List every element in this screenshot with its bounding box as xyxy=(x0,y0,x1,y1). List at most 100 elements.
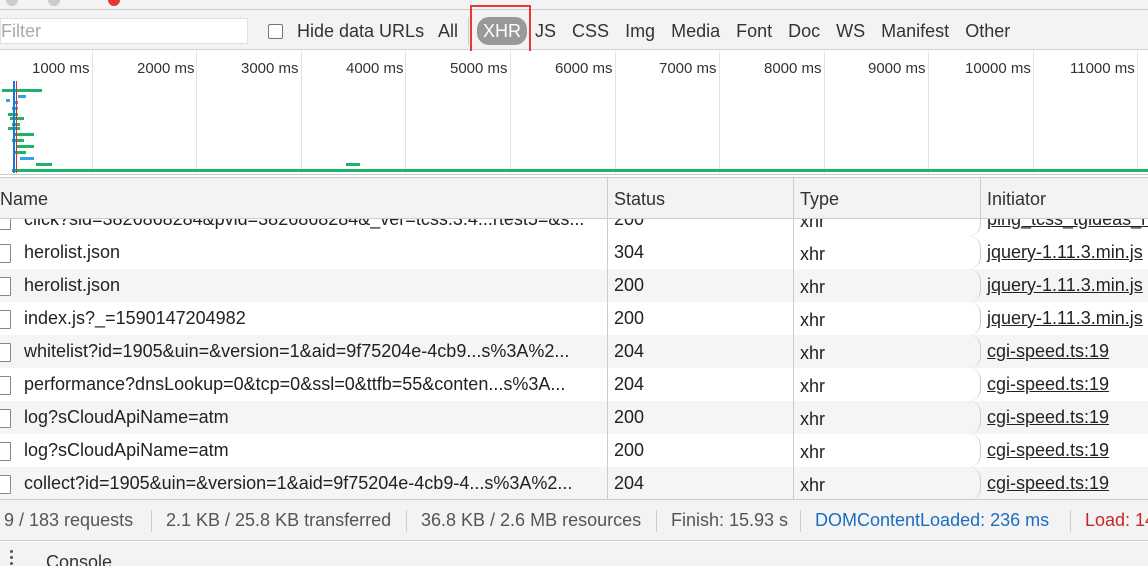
filter-font[interactable]: Font xyxy=(728,17,780,45)
request-initiator-link[interactable]: jquery-1.11.3.min.js xyxy=(981,269,1148,302)
hide-data-urls-checkbox[interactable] xyxy=(268,24,283,39)
tick-line xyxy=(510,51,511,173)
request-initiator-link[interactable]: cgi-speed.ts:19 xyxy=(981,368,1148,401)
window-top-strip xyxy=(0,0,1148,10)
request-initiator-link[interactable]: jquery-1.11.3.min.js xyxy=(981,236,1148,269)
request-initiator-link[interactable]: cgi-speed.ts:19 xyxy=(981,335,1148,368)
tick-line xyxy=(719,51,720,173)
tick-label: 7000 ms xyxy=(659,60,717,77)
request-status: 204 xyxy=(608,335,794,368)
request-name: index.js?_=1590147204982 xyxy=(24,308,246,328)
load-marker xyxy=(16,81,17,173)
filter-input[interactable] xyxy=(0,18,248,44)
requests-table-header: Name Status Type Initiator xyxy=(0,177,1148,219)
request-name: whitelist?id=1905&uin=&version=1&aid=9f7… xyxy=(24,341,570,361)
request-type: xhr xyxy=(794,467,981,499)
tick-line xyxy=(1137,51,1138,173)
request-status: 200 xyxy=(608,302,794,335)
file-icon xyxy=(0,277,11,296)
summary-divider xyxy=(406,510,407,532)
tick-line xyxy=(615,51,616,173)
table-row[interactable]: click?sid=3826868284&pvid=3826868284&_ve… xyxy=(0,219,1148,236)
request-type: xhr xyxy=(794,236,981,269)
filter-all[interactable]: All xyxy=(430,17,470,45)
tick-line xyxy=(301,51,302,173)
file-icon xyxy=(0,442,11,461)
request-type: xhr xyxy=(794,269,981,302)
more-menu-icon[interactable] xyxy=(10,550,14,566)
filter-media[interactable]: Media xyxy=(663,17,728,45)
request-name: herolist.json xyxy=(24,242,121,262)
request-type: xhr xyxy=(794,368,981,401)
tab-console[interactable]: Console xyxy=(46,552,112,566)
column-header-status[interactable]: Status xyxy=(608,178,794,219)
file-icon xyxy=(0,219,11,230)
table-row[interactable]: index.js?_=1590147204982 200 xhr jquery-… xyxy=(0,302,1148,335)
tick-label: 8000 ms xyxy=(764,60,822,77)
request-name: collect?id=1905&uin=&version=1&aid=9f752… xyxy=(24,473,573,493)
stop-icon xyxy=(108,0,120,6)
request-initiator-link[interactable]: cgi-speed.ts:19 xyxy=(981,467,1148,499)
request-type: xhr xyxy=(794,335,981,368)
request-type: xhr xyxy=(794,401,981,434)
summary-resources: 36.8 KB / 2.6 MB resources xyxy=(421,510,642,530)
filter-doc[interactable]: Doc xyxy=(780,17,828,45)
filter-other[interactable]: Other xyxy=(957,17,1018,45)
request-name: click?sid=3826868284&pvid=3826868284&_ve… xyxy=(24,219,585,229)
request-initiator-link[interactable]: cgi-speed.ts:19 xyxy=(981,401,1148,434)
timeline-overview[interactable]: 1000 ms 2000 ms 3000 ms 4000 ms 5000 ms … xyxy=(0,51,1148,175)
column-header-type[interactable]: Type xyxy=(794,178,981,219)
network-summary-bar: 9 / 183 requests 2.1 KB / 25.8 KB transf… xyxy=(0,499,1148,541)
tick-label: 10000 ms xyxy=(965,60,1031,77)
filter-js[interactable]: JS xyxy=(527,17,564,45)
request-name: performance?dnsLookup=0&tcp=0&ssl=0&ttfb… xyxy=(24,374,566,394)
request-initiator-link[interactable]: ping_tcss_tgideas_h xyxy=(981,219,1148,236)
filter-img[interactable]: Img xyxy=(617,17,663,45)
request-name: log?sCloudApiName=atm xyxy=(24,440,229,460)
summary-transferred: 2.1 KB / 25.8 KB transferred xyxy=(166,510,392,530)
request-status: 204 xyxy=(608,467,794,499)
request-initiator-link[interactable]: cgi-speed.ts:19 xyxy=(981,434,1148,467)
tick-label: 5000 ms xyxy=(450,60,508,77)
request-type: xhr xyxy=(794,434,981,467)
table-row[interactable]: collect?id=1905&uin=&version=1&aid=9f752… xyxy=(0,467,1148,499)
tick-line xyxy=(405,51,406,173)
table-row[interactable]: herolist.json 304 xhr jquery-1.11.3.min.… xyxy=(0,236,1148,269)
filter-ws[interactable]: WS xyxy=(828,17,873,45)
record-icon xyxy=(48,0,60,6)
tick-line xyxy=(92,51,93,173)
tick-label: 2000 ms xyxy=(137,60,195,77)
table-row[interactable]: log?sCloudApiName=atm 200 xhr cgi-speed.… xyxy=(0,401,1148,434)
column-header-initiator[interactable]: Initiator xyxy=(981,178,1148,219)
hide-data-urls-toggle[interactable]: Hide data URLs xyxy=(268,21,424,42)
tick-line xyxy=(196,51,197,173)
summary-divider xyxy=(151,510,152,532)
summary-finish: Finish: 15.93 s xyxy=(671,510,789,530)
summary-load: Load: 14 xyxy=(1085,510,1148,530)
file-icon xyxy=(0,409,11,428)
waterfall-bar xyxy=(16,145,34,148)
table-row[interactable]: herolist.json 200 xhr jquery-1.11.3.min.… xyxy=(0,269,1148,302)
request-type: xhr xyxy=(794,219,981,236)
table-row[interactable]: performance?dnsLookup=0&tcp=0&ssl=0&ttfb… xyxy=(0,368,1148,401)
summary-divider xyxy=(656,510,657,532)
waterfall-bar xyxy=(36,163,52,166)
tick-label: 1000 ms xyxy=(32,60,90,77)
dom-content-loaded-marker xyxy=(13,81,15,173)
request-initiator-link[interactable]: jquery-1.11.3.min.js xyxy=(981,302,1148,335)
column-header-name[interactable]: Name xyxy=(0,178,608,219)
tick-line xyxy=(928,51,929,173)
summary-divider xyxy=(1070,510,1071,532)
waterfall-bar xyxy=(6,99,10,102)
hide-data-urls-label: Hide data URLs xyxy=(297,21,425,41)
filter-css[interactable]: CSS xyxy=(564,17,617,45)
file-icon xyxy=(0,244,11,263)
file-icon xyxy=(0,376,11,395)
file-icon xyxy=(0,343,11,362)
summary-divider xyxy=(800,510,801,532)
table-row[interactable]: whitelist?id=1905&uin=&version=1&aid=9f7… xyxy=(0,335,1148,368)
filter-manifest[interactable]: Manifest xyxy=(873,17,957,45)
table-row[interactable]: log?sCloudApiName=atm 200 xhr cgi-speed.… xyxy=(0,434,1148,467)
drawer-tabbar: Console xyxy=(0,542,1148,566)
request-name: herolist.json xyxy=(24,275,121,295)
